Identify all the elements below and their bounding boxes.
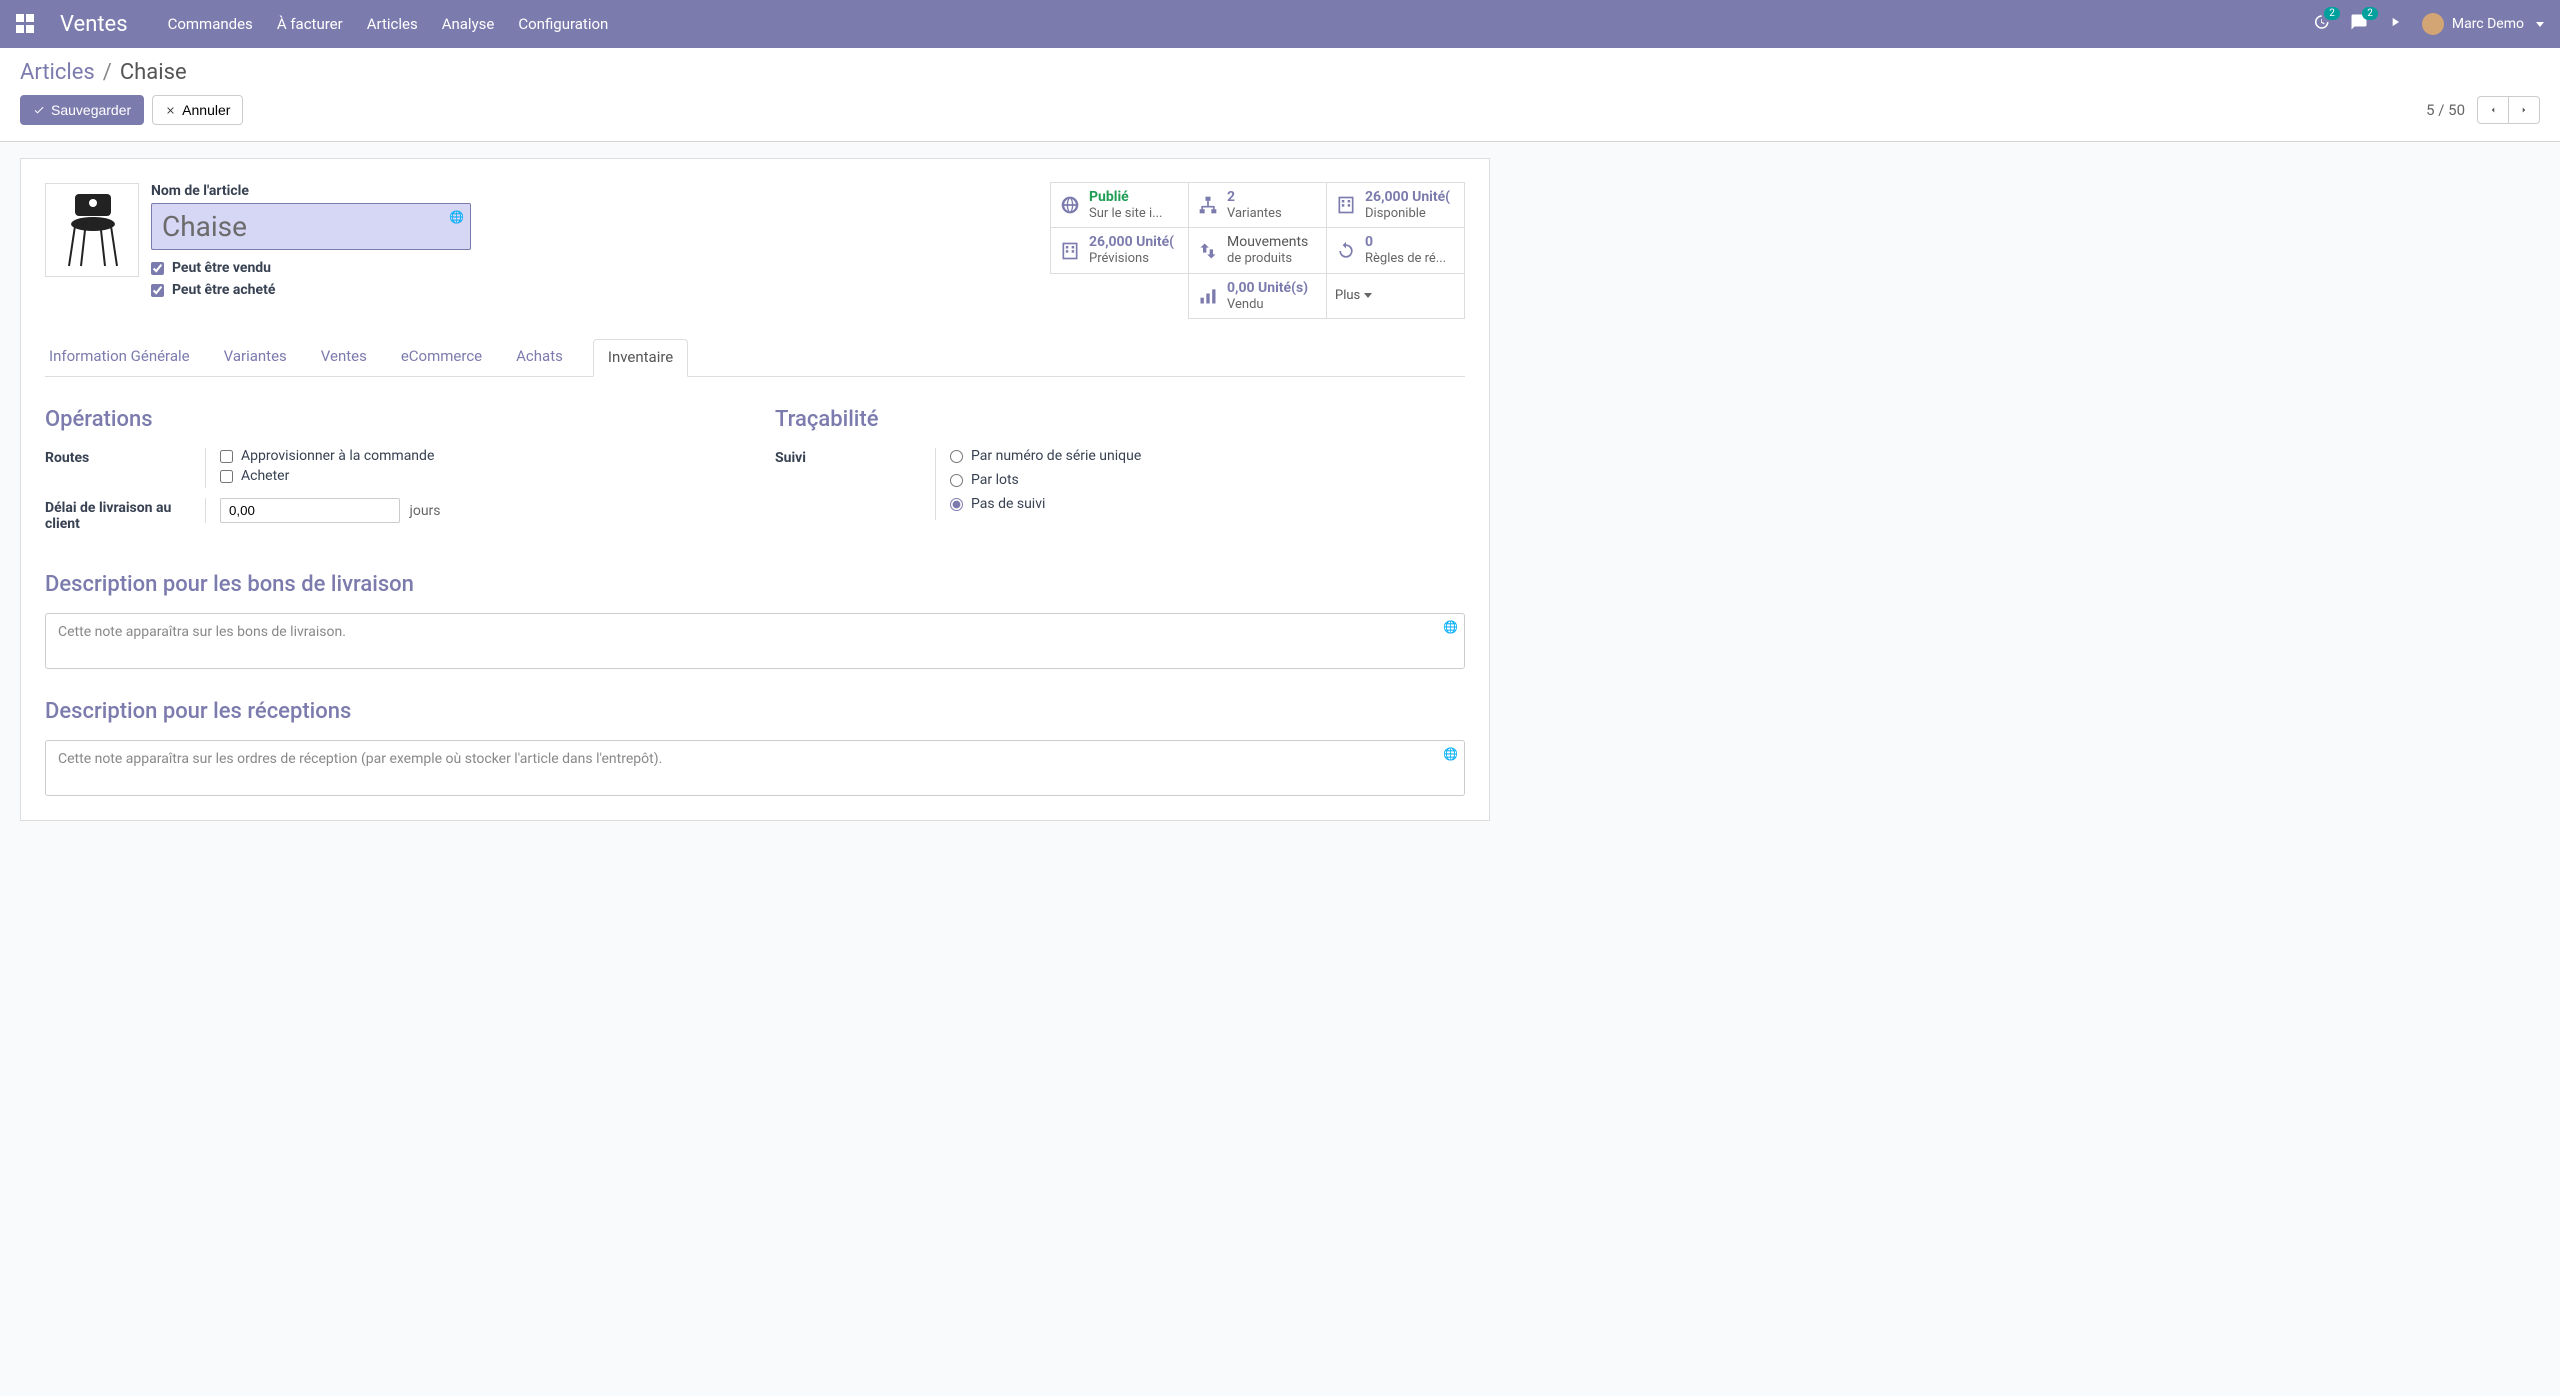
smart-forecast[interactable]: 26,000 Unité(Prévisions xyxy=(1050,227,1189,273)
can-be-sold-checkbox[interactable]: Peut être vendu xyxy=(151,260,471,276)
translate-icon[interactable]: 🌐 xyxy=(1443,620,1458,634)
translate-icon[interactable]: 🌐 xyxy=(1443,747,1458,761)
chevron-down-icon xyxy=(1364,293,1372,298)
pager-next[interactable] xyxy=(2508,96,2540,124)
name-label: Nom de l'article xyxy=(151,183,471,199)
smart-rules[interactable]: 0Règles de ré... xyxy=(1326,227,1465,273)
smart-buttons: PubliéSur le site i... 2Variantes 26,000… xyxy=(1051,183,1465,319)
lead-time-label: Délai de livraison au client xyxy=(45,498,205,532)
discuss-badge: 2 xyxy=(2362,7,2378,20)
tab-sales[interactable]: Ventes xyxy=(317,339,371,376)
exchange-icon xyxy=(1197,240,1219,262)
smart-more[interactable]: Plus xyxy=(1326,273,1465,319)
building-icon xyxy=(1059,240,1081,262)
can-be-purchased-label: Peut être acheté xyxy=(172,282,275,298)
activity-badge: 2 xyxy=(2324,7,2340,20)
desc-delivery-placeholder: Cette note apparaîtra sur les bons de li… xyxy=(58,624,346,640)
lead-time-input[interactable] xyxy=(220,498,400,523)
menu-configuration[interactable]: Configuration xyxy=(518,15,608,33)
menu-articles[interactable]: Articles xyxy=(367,15,418,33)
tracking-label: Suivi xyxy=(775,448,935,466)
tab-inventory[interactable]: Inventaire xyxy=(593,339,688,377)
tab-general[interactable]: Information Générale xyxy=(45,339,194,376)
globe-icon xyxy=(1059,194,1081,216)
chair-icon xyxy=(57,190,127,270)
breadcrumb-sep: / xyxy=(103,60,112,85)
breadcrumb-parent[interactable]: Articles xyxy=(20,60,95,85)
smart-moves[interactable]: Mouvementsde produits xyxy=(1188,227,1327,273)
product-name-value: Chaise xyxy=(162,210,247,243)
can-be-sold-label: Peut être vendu xyxy=(172,260,271,276)
smart-sold[interactable]: 0,00 Unité(s)Vendu xyxy=(1188,273,1327,319)
traceability-title: Traçabilité xyxy=(775,407,1465,432)
smart-variants[interactable]: 2Variantes xyxy=(1188,182,1327,228)
desc-receipt-input[interactable]: Cette note apparaîtra sur les ordres de … xyxy=(45,740,1465,796)
route-mto-checkbox[interactable]: Approvisionner à la commande xyxy=(220,448,735,464)
tab-ecommerce[interactable]: eCommerce xyxy=(397,339,486,376)
discard-button[interactable]: Annuler xyxy=(152,95,243,125)
smart-published[interactable]: PubliéSur le site i... xyxy=(1050,182,1189,228)
apps-icon[interactable] xyxy=(16,14,36,34)
menu-commandes[interactable]: Commandes xyxy=(168,15,253,33)
breadcrumb-current: Chaise xyxy=(120,60,187,85)
desc-delivery-input[interactable]: Cette note apparaîtra sur les bons de li… xyxy=(45,613,1465,669)
lead-time-unit: jours xyxy=(409,503,440,519)
routes-label: Routes xyxy=(45,448,205,466)
route-buy-checkbox[interactable]: Acheter xyxy=(220,468,735,484)
save-button[interactable]: Sauvegarder xyxy=(20,95,144,125)
bars-icon xyxy=(1197,285,1219,307)
sitemap-icon xyxy=(1197,194,1219,216)
notebook-tabs: Information Générale Variantes Ventes eC… xyxy=(45,339,1465,377)
main-menu: Commandes À facturer Articles Analyse Co… xyxy=(168,15,609,33)
chevron-down-icon xyxy=(2536,22,2544,27)
breadcrumb: Articles / Chaise xyxy=(20,60,2540,85)
building-icon xyxy=(1335,194,1357,216)
track-none-radio[interactable]: Pas de suivi xyxy=(950,496,1465,512)
discard-button-label: Annuler xyxy=(182,102,230,118)
play-icon[interactable] xyxy=(2388,15,2402,33)
menu-analyse[interactable]: Analyse xyxy=(442,15,495,33)
smart-onhand[interactable]: 26,000 Unité(Disponible xyxy=(1326,182,1465,228)
can-be-purchased-checkbox[interactable]: Peut être acheté xyxy=(151,282,471,298)
desc-delivery-title: Description pour les bons de livraison xyxy=(45,572,1465,597)
track-lot-radio[interactable]: Par lots xyxy=(950,472,1465,488)
operations-title: Opérations xyxy=(45,407,735,432)
product-name-input[interactable]: Chaise 🌐 xyxy=(151,203,471,250)
desc-receipt-title: Description pour les réceptions xyxy=(45,699,1465,724)
discuss-icon[interactable]: 2 xyxy=(2350,13,2368,35)
tab-variants[interactable]: Variantes xyxy=(220,339,291,376)
pager-prev[interactable] xyxy=(2477,96,2508,124)
translate-icon[interactable]: 🌐 xyxy=(449,210,464,224)
menu-a-facturer[interactable]: À facturer xyxy=(277,15,343,33)
product-image[interactable] xyxy=(45,183,139,277)
user-name: Marc Demo xyxy=(2452,16,2524,32)
avatar xyxy=(2422,13,2444,35)
refresh-icon xyxy=(1335,240,1357,262)
save-button-label: Sauvegarder xyxy=(51,102,131,118)
pager[interactable]: 5 / 50 xyxy=(2426,101,2465,119)
app-brand[interactable]: Ventes xyxy=(60,12,128,37)
tab-purchase[interactable]: Achats xyxy=(512,339,567,376)
desc-receipt-placeholder: Cette note apparaîtra sur les ordres de … xyxy=(58,751,662,767)
user-menu[interactable]: Marc Demo xyxy=(2422,13,2544,35)
activity-icon[interactable]: 2 xyxy=(2312,13,2330,35)
track-serial-radio[interactable]: Par numéro de série unique xyxy=(950,448,1465,464)
